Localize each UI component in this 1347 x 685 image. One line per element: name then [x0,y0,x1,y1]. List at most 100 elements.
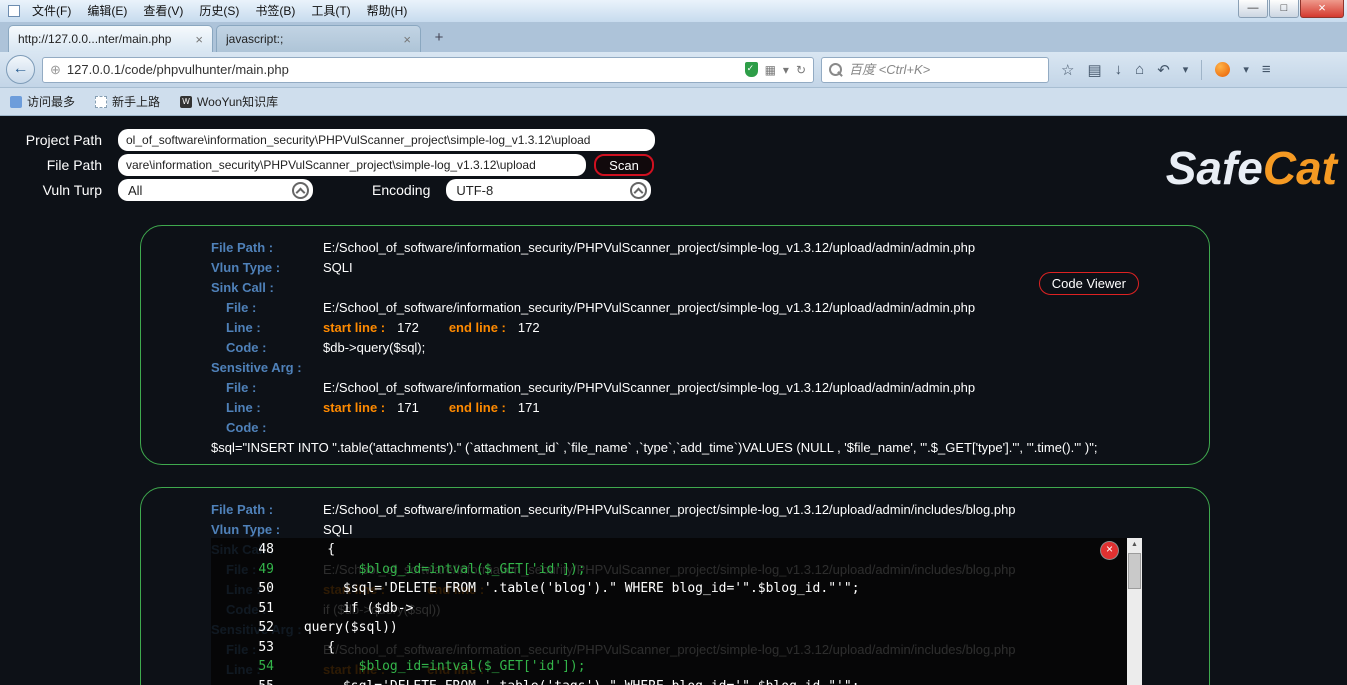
tab-close-icon[interactable]: × [403,32,411,47]
code-viewer-panel: × 48 { 49 $blog_id=intval($_GET['id']); … [211,538,1142,685]
close-icon[interactable]: × [1101,542,1118,559]
firefox-icon[interactable] [1215,62,1231,77]
safecat-logo: SafeCat [1166,141,1337,195]
scrollbar[interactable]: ▲ [1127,538,1142,685]
line-number: 52 [258,620,274,635]
folder-icon [10,95,22,108]
start-line-value: 171 [397,400,419,415]
bookmark-getting-started[interactable]: 新手上路 [95,93,160,110]
sink-file-value: E:/School_of_software/information_securi… [323,300,976,315]
code-lines: 48 { 49 $blog_id=intval($_GET['id']); 50… [211,538,1142,685]
bookmark-star-icon[interactable]: ☆ [1061,61,1074,79]
url-bar[interactable]: ⊕ ▦ ▾ ↻ [42,56,814,83]
field-label: File : [226,300,257,315]
start-line-value: 172 [397,320,419,335]
menu-edit[interactable]: 编辑(E) [79,0,135,22]
reload-icon[interactable]: ↻ [796,63,806,77]
title-bar: 文件(F) 编辑(E) 查看(V) 历史(S) 书签(B) 工具(T) 帮助(H… [0,0,1347,22]
menu-view[interactable]: 查看(V) [135,0,191,22]
sync-icon[interactable]: ↶ [1157,61,1170,79]
field-label: Code : [226,340,267,355]
maximize-button[interactable]: □ [1269,0,1299,18]
file-path-input[interactable] [118,154,586,176]
vuln-type-value: SQLI [323,260,353,275]
search-input[interactable] [849,62,1041,77]
menu-bookmarks[interactable]: 书签(B) [247,0,303,22]
code-line: 49 $blog_id=intval($_GET['id']); [211,560,1142,580]
line-number: 50 [258,581,274,596]
bookmark-label: 访问最多 [27,95,76,109]
bookmark-label: WooYun知识库 [197,95,279,109]
end-line-label: end line : [448,320,506,335]
section-label: Sink Call : [211,280,274,295]
result-row: Sensitive Arg : [141,358,1209,378]
page-content: Project Path File Path Scan Vuln Turp Al… [0,116,1347,685]
chevron-down-icon[interactable]: ▾ [1243,63,1249,76]
page-icon [95,95,108,108]
downloads-icon[interactable]: ↓ [1115,61,1123,78]
toolbar-icons: ☆ ▤ ↓ ⌂ ↶ ▾ ▾ ≡ [1061,59,1271,80]
file-path-label: File Path [46,157,102,173]
result-row: Line : start line : 172 end line : 172 [141,318,1209,338]
vuln-type-label: Vuln Turp [42,182,102,198]
result-row: File : E:/School_of_software/information_… [141,378,1209,398]
result-row: File : E:/School_of_software/information_… [141,298,1209,318]
start-line-label: start line : [323,320,386,335]
tab-title: javascript:; [226,32,284,46]
menu-file[interactable]: 文件(F) [24,0,79,22]
field-label: Vlun Type : [211,522,281,537]
bookmark-most-visited[interactable]: 访问最多 [10,93,75,110]
url-bar-icons: ▦ ▾ ↻ [744,62,806,77]
file-path-value: E:/School_of_software/information_securi… [323,502,1016,517]
tab-main-php[interactable]: http://127.0.0...nter/main.php × [8,25,213,52]
menu-tools[interactable]: 工具(T) [303,0,358,22]
menu-history[interactable]: 历史(S) [191,0,247,22]
site-identity-icon[interactable]: ⊕ [50,62,61,78]
close-button[interactable]: × [1300,0,1344,18]
code-viewer-button[interactable]: Code Viewer [1038,272,1139,295]
chevron-up-icon[interactable] [630,181,648,199]
security-shield-icon[interactable] [744,62,758,77]
arg-code-value: $sql="INSERT INTO ".table('attachments')… [211,440,1098,455]
system-menu-icon[interactable] [8,5,20,17]
bookmarks-panel-icon[interactable]: ▤ [1087,61,1101,79]
menu-help[interactable]: 帮助(H) [359,0,416,22]
code-line: 53 { [211,638,1142,658]
encoding-select[interactable]: UTF-8 [446,179,652,201]
result-row: File Path : E:/School_of_software/informa… [141,500,1209,520]
start-line-label: start line : [323,400,386,415]
scrollbar-thumb[interactable] [1128,553,1141,589]
field-label: File Path : [211,502,274,517]
result-card-2: File Path : E:/School_of_software/informa… [140,487,1210,685]
search-icon[interactable] [829,62,843,77]
window-controls: — □ × [1237,0,1344,18]
chevron-up-icon[interactable] [292,181,309,199]
tab-javascript[interactable]: javascript:; × [216,25,421,52]
bookmark-label: 新手上路 [112,95,161,109]
minimize-button[interactable]: — [1238,0,1268,18]
chevron-down-icon[interactable]: ▾ [1183,63,1189,76]
search-bar[interactable] [821,56,1049,83]
home-icon[interactable]: ⌂ [1135,61,1144,78]
back-button[interactable]: ← [6,55,35,84]
scroll-up-icon[interactable]: ▲ [1127,538,1142,552]
result-row: Code : [141,418,1209,438]
vuln-type-value: All [128,182,143,198]
new-tab-button[interactable]: + [426,28,452,48]
toolbar-separator [1201,59,1203,80]
project-path-label: Project Path [25,132,102,148]
scan-button[interactable]: Scan [594,154,654,176]
result-row: Code : $db->query($sql); [141,338,1209,358]
chevron-down-icon[interactable]: ▾ [783,63,789,77]
tab-close-icon[interactable]: × [195,32,203,47]
url-input[interactable] [66,62,739,77]
end-line-label: end line : [448,400,506,415]
result-card-1: File Path : E:/School_of_software/informa… [140,225,1210,465]
code-line: 50 $sql='DELETE FROM '.table('blog')." W… [211,579,1142,599]
project-path-input[interactable] [118,129,655,151]
qr-grid-icon[interactable]: ▦ [765,63,776,77]
vuln-type-select[interactable]: All [118,179,313,201]
menu-icon[interactable]: ≡ [1262,61,1271,78]
bookmark-wooyun[interactable]: W WooYun知识库 [180,93,278,110]
end-line-value: 172 [517,320,540,335]
